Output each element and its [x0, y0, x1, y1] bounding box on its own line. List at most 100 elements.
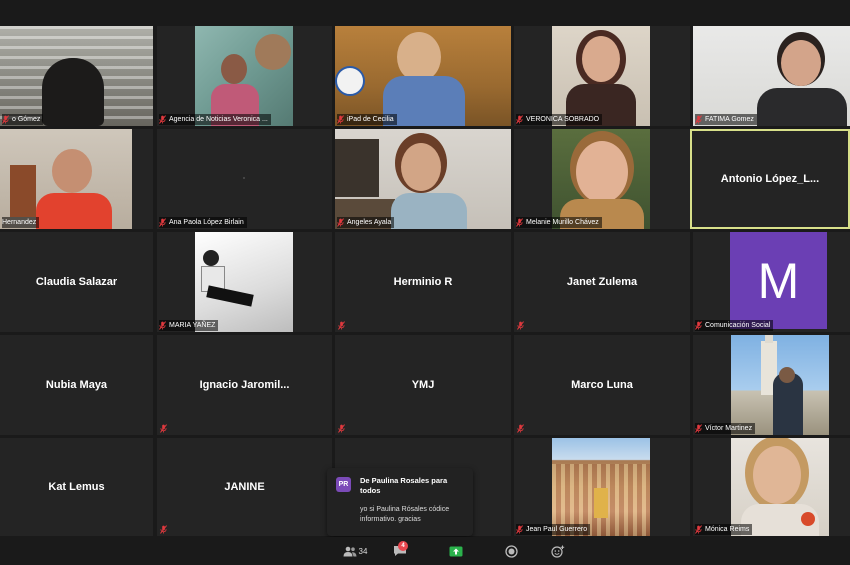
participant-name: MARIA YAÑEZ — [169, 322, 216, 329]
participant-name: Ana Paola López Birlain — [169, 219, 244, 226]
mic-muted-icon — [159, 115, 166, 124]
participant-name: o Gómez — [12, 116, 41, 123]
participant-tile[interactable]: iPad de Cecilia — [335, 26, 511, 126]
participant-tile[interactable]: MARIA YAÑEZ — [157, 232, 332, 332]
mic-muted-icon — [517, 424, 524, 433]
participant-name: VERONICA SOBRADO — [526, 116, 600, 123]
participant-tile[interactable]: Janet Zulema — [514, 232, 690, 332]
participants-count: 34 — [358, 546, 368, 556]
participant-name-label: MARIA YAÑEZ — [159, 320, 219, 331]
participant-video — [0, 26, 153, 126]
participant-name-label: Jean Paul Guerrero — [516, 524, 591, 535]
participant-video — [731, 438, 829, 536]
participant-video — [731, 335, 829, 435]
participant-name-label: VERONICA SOBRADO — [516, 114, 603, 125]
participant-tile[interactable]: VERONICA SOBRADO — [514, 26, 690, 126]
mic-muted-icon — [338, 321, 345, 330]
participant-tile[interactable]: YMJ — [335, 335, 511, 435]
participant-name: FATIMA Gomez — [705, 116, 754, 123]
mic-muted-icon — [159, 321, 166, 330]
participant-tile[interactable]: Ana Paola López Birlain — [157, 129, 332, 229]
participant-video — [195, 26, 293, 126]
gallery-grid: o Gómez Agencia de Noticias Veronica ...… — [0, 26, 850, 536]
video-off-placeholder — [243, 177, 245, 179]
mic-muted-icon — [338, 424, 345, 433]
mic-muted-icon — [516, 115, 523, 124]
participant-tile[interactable]: Melanie Murillo Chávez — [514, 129, 690, 229]
participant-video — [335, 26, 511, 126]
chat-unread-badge: 4 — [398, 541, 408, 551]
participant-name-label: o Gómez — [2, 114, 44, 125]
participant-name-label: FATIMA Gomez — [695, 114, 757, 125]
participant-name: Ignacio Jaromil... — [199, 379, 290, 391]
mic-muted-icon — [2, 115, 9, 124]
participant-name: Víctor Martinez — [705, 425, 753, 432]
reactions-icon — [551, 545, 565, 558]
participant-video — [693, 26, 850, 126]
mic-muted-icon — [160, 525, 167, 534]
participant-tile[interactable]: Hernandez — [0, 129, 153, 229]
participant-video — [552, 129, 650, 229]
chat-message-text: yo si Paulina Rósales códice informativo… — [360, 506, 450, 523]
mic-muted-icon — [160, 424, 167, 433]
participant-tile[interactable]: Ignacio Jaromil... — [157, 335, 332, 435]
meeting-toolbar: 34 4 — [0, 537, 850, 565]
mic-muted-icon — [517, 321, 524, 330]
mic-muted-icon — [516, 525, 523, 534]
participant-tile[interactable]: Agencia de Noticias Veronica ... — [157, 26, 332, 126]
active-speaker-tile[interactable]: Antonio López_L... — [690, 129, 850, 229]
participant-name-label: Comunicación Social — [695, 320, 774, 331]
share-screen-button[interactable] — [446, 543, 466, 559]
participant-video — [0, 129, 132, 229]
participant-tile[interactable]: JANINE — [157, 438, 332, 536]
mic-muted-icon — [159, 218, 166, 227]
participant-name: Antonio López_L... — [720, 173, 820, 185]
participant-name-label: Mónica Reims — [695, 524, 753, 535]
mic-muted-icon — [337, 115, 344, 124]
participant-tile[interactable]: o Gómez — [0, 26, 153, 126]
participant-name: Hernandez — [2, 219, 37, 226]
participant-tile[interactable]: M Comunicación Social — [693, 232, 850, 332]
participant-name: Angeles Ayala — [347, 219, 392, 226]
participant-name: Marco Luna — [571, 379, 633, 391]
participant-tile[interactable]: Angeles Ayala — [335, 129, 511, 229]
sender-avatar: PR — [336, 477, 351, 492]
participant-name: Comunicación Social — [705, 322, 771, 329]
record-icon — [504, 544, 518, 558]
participant-name: Kat Lemus — [48, 481, 105, 493]
participant-tile[interactable]: Víctor Martinez — [693, 335, 850, 435]
participant-tile[interactable]: Claudia Salazar — [0, 232, 153, 332]
participant-video — [335, 129, 511, 229]
participant-name: Nubia Maya — [45, 379, 108, 391]
participant-tile[interactable]: FATIMA Gomez — [693, 26, 850, 126]
participant-name: YMJ — [411, 379, 435, 391]
avatar: M — [730, 232, 827, 329]
chat-button[interactable]: 4 — [390, 541, 410, 559]
participant-name-label: Ana Paola López Birlain — [159, 217, 247, 228]
participant-name: iPad de Cecilia — [347, 116, 394, 123]
participant-tile[interactable]: Kat Lemus — [0, 438, 153, 536]
mic-muted-icon — [695, 321, 702, 330]
participant-tile[interactable]: Mónica Reims — [693, 438, 850, 536]
participant-name: Jean Paul Guerrero — [526, 526, 588, 533]
chat-notification-popup[interactable]: PR De Paulina Rosales para todos yo si P… — [327, 468, 473, 536]
participant-tile[interactable]: Jean Paul Guerrero — [514, 438, 690, 536]
mic-muted-icon — [695, 115, 702, 124]
participants-button[interactable]: 34 — [340, 543, 370, 559]
participant-name-label: Víctor Martinez — [695, 423, 756, 434]
mic-muted-icon — [695, 525, 702, 534]
participant-tile[interactable]: Herminio R — [335, 232, 511, 332]
participant-tile[interactable]: Marco Luna — [514, 335, 690, 435]
participant-name: Herminio R — [393, 276, 453, 288]
reactions-button[interactable] — [548, 543, 568, 559]
participant-name: Agencia de Noticias Veronica ... — [169, 116, 268, 123]
participant-tile[interactable]: Nubia Maya — [0, 335, 153, 435]
participant-video — [552, 438, 650, 536]
participant-name-label: Angeles Ayala — [337, 217, 395, 228]
mic-muted-icon — [516, 218, 523, 227]
participant-name: Melanie Murillo Chávez — [526, 219, 599, 226]
participant-name: Mónica Reims — [705, 526, 750, 533]
record-button[interactable] — [501, 543, 521, 559]
participant-name-label: Agencia de Noticias Veronica ... — [159, 114, 271, 125]
participant-video — [552, 26, 650, 126]
